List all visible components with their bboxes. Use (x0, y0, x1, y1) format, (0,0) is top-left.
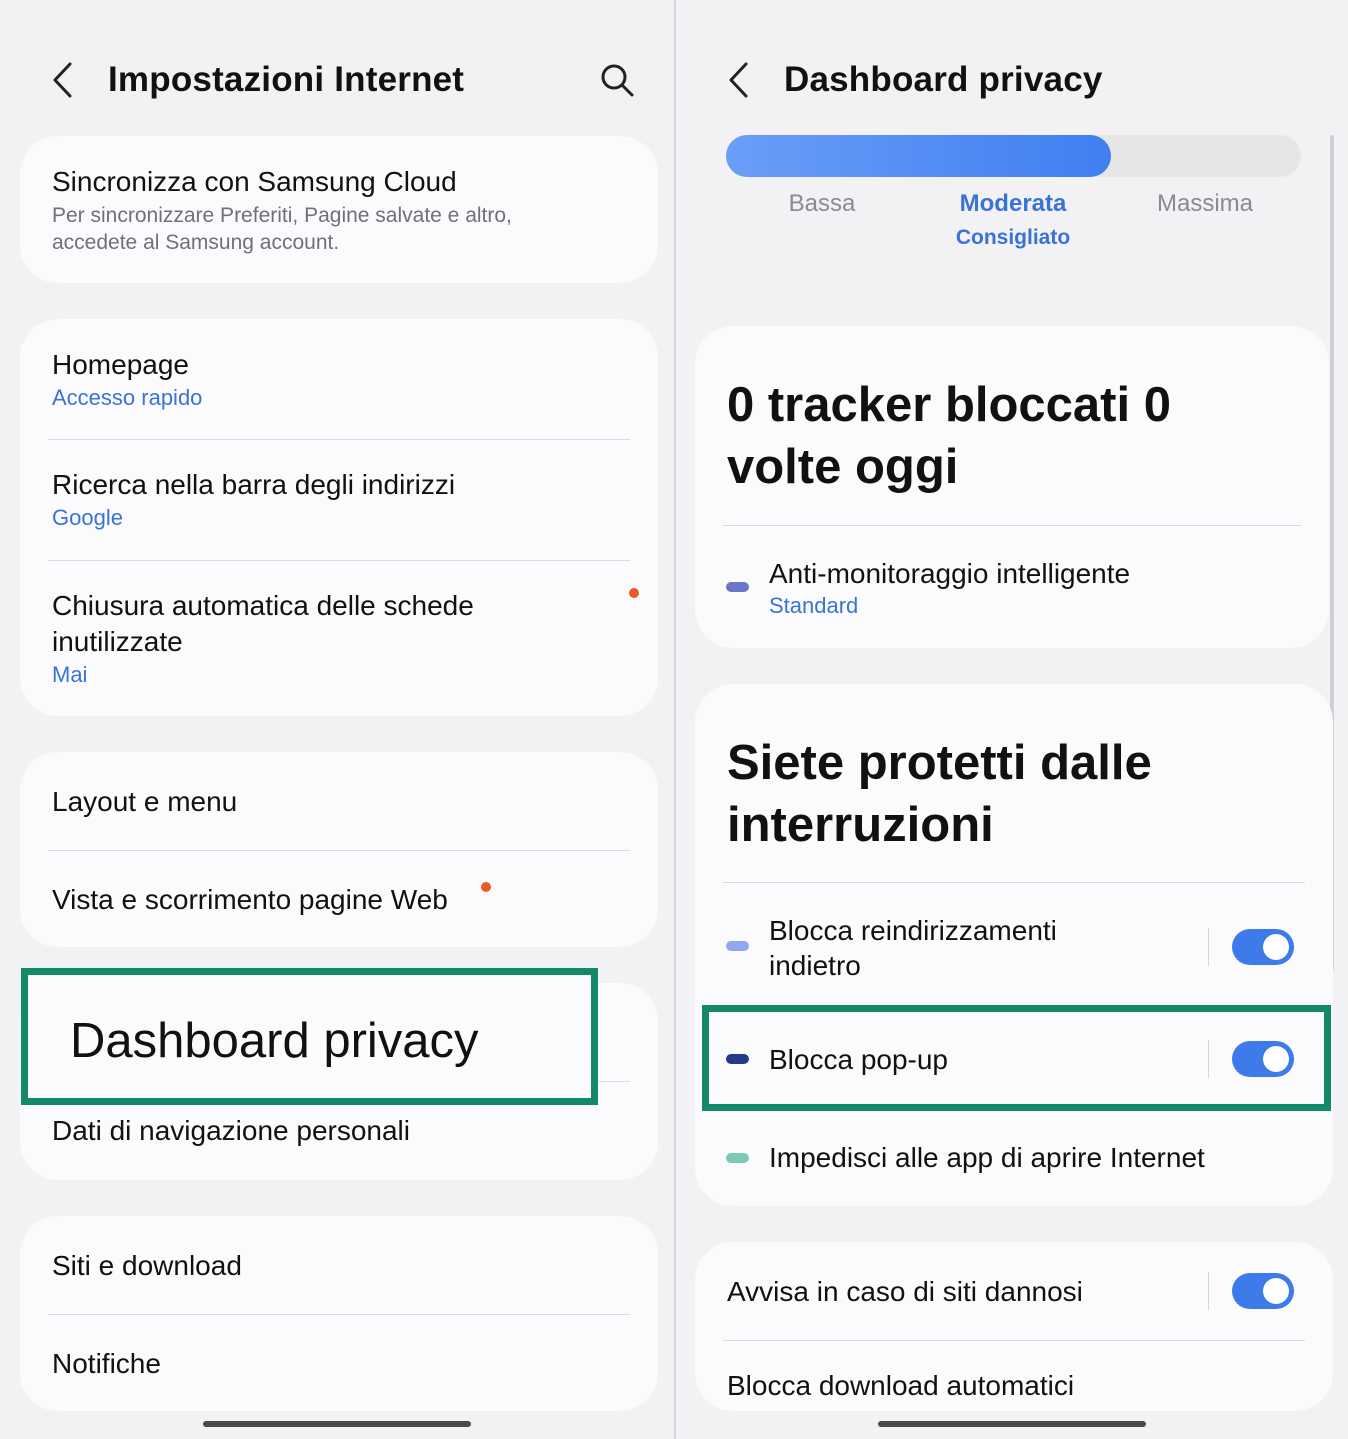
new-badge-dot (629, 588, 639, 598)
auto-close-tabs-title-line1: Chiusura automatica delle schede (52, 590, 474, 621)
block-redirects-toggle[interactable] (1232, 929, 1294, 965)
prevent-apps-item[interactable]: Impedisci alle app di aprire Internet (769, 1140, 1205, 1175)
home-indicator[interactable] (203, 1421, 471, 1427)
sync-item[interactable]: Sincronizza con Samsung Cloud Per sincro… (52, 164, 630, 256)
toggle-divider (1208, 928, 1209, 966)
divider (723, 1340, 1305, 1341)
sync-description: Per sincronizzare Preferiti, Pagine salv… (52, 204, 512, 254)
divider (48, 560, 630, 561)
level-max[interactable]: Massima (1105, 190, 1305, 218)
block-redirects-title-line1: Blocca reindirizzamenti (769, 915, 1057, 946)
divider (48, 1314, 630, 1315)
auto-close-tabs-value: Mai (52, 662, 88, 687)
interruptions-headline-line1: Siete protetti dalle (727, 736, 1152, 790)
divider (48, 439, 630, 440)
notifications-item[interactable]: Notifiche (52, 1346, 630, 1382)
homepage-item[interactable]: Homepage Accesso rapido (52, 347, 630, 413)
anti-tracking-value: Standard (769, 593, 859, 618)
notifications-title: Notifiche (52, 1348, 161, 1379)
address-bar-search-value: Google (52, 505, 123, 530)
right-privacy-screen: Dashboard privacy Bassa Moderata Consigl… (676, 0, 1348, 1439)
level-moderate[interactable]: Moderata (913, 190, 1113, 218)
personal-data-item[interactable]: Dati di navigazione personali (52, 1113, 630, 1149)
dashboard-privacy-label: Dashboard privacy (70, 1014, 479, 1068)
tracker-headline: 0 tracker bloccati 0 volte oggi (727, 374, 1171, 498)
sites-downloads-title: Siti e download (52, 1250, 242, 1281)
sites-downloads-item[interactable]: Siti e download (52, 1248, 630, 1284)
tracker-headline-line1: 0 tracker bloccati 0 (727, 378, 1171, 432)
harmful-sites-item[interactable]: Avvisa in caso di siti dannosi (727, 1274, 1083, 1309)
toggle-knob (1263, 1278, 1289, 1304)
sites-card: Siti e download Notifiche (20, 1216, 658, 1411)
security-card: Avvisa in caso di siti dannosi Blocca do… (695, 1242, 1333, 1411)
back-arrow-icon[interactable] (48, 55, 78, 105)
personal-data-title: Dati di navigazione personali (52, 1115, 410, 1146)
divider (723, 525, 1301, 526)
redirect-pill-icon (726, 941, 749, 951)
toggle-divider (1208, 1272, 1209, 1310)
anti-tracking-title: Anti-monitoraggio intelligente (769, 558, 1131, 589)
prevent-apps-title: Impedisci alle app di aprire Internet (769, 1142, 1205, 1173)
layout-card: Layout e menu Vista e scorrimento pagine… (20, 752, 658, 947)
divider (723, 882, 1305, 883)
page-title: Dashboard privacy (784, 60, 1103, 99)
general-card: Homepage Accesso rapido Ricerca nella ba… (20, 319, 658, 716)
dashboard-privacy-highlight[interactable]: Dashboard privacy (21, 968, 598, 1105)
protection-level-fill (726, 135, 1112, 177)
homepage-title: Homepage (52, 349, 189, 380)
address-bar-search-item[interactable]: Ricerca nella barra degli indirizzi Goog… (52, 467, 630, 533)
interruptions-card: Siete protetti dalle interruzioni Blocca… (695, 684, 1333, 1206)
interruptions-headline: Siete protetti dalle interruzioni (727, 732, 1152, 856)
recommended-label: Consigliato (955, 226, 1071, 249)
sync-title: Sincronizza con Samsung Cloud (52, 166, 457, 197)
back-arrow-icon[interactable] (724, 55, 754, 105)
address-bar-search-title: Ricerca nella barra degli indirizzi (52, 469, 456, 500)
right-header: Dashboard privacy (724, 55, 1304, 105)
anti-tracking-item[interactable]: Anti-monitoraggio intelligente Standard (769, 556, 1130, 621)
block-downloads-item[interactable]: Blocca download automatici (727, 1368, 1074, 1403)
layout-menu-title: Layout e menu (52, 786, 238, 817)
harmful-sites-toggle[interactable] (1232, 1273, 1294, 1309)
left-settings-screen: Impostazioni Internet Sincronizza con Sa… (0, 0, 674, 1439)
layout-menu-item[interactable]: Layout e menu (52, 784, 630, 820)
search-icon[interactable] (598, 61, 638, 101)
block-downloads-title: Blocca download automatici (727, 1370, 1075, 1401)
view-scroll-item[interactable]: Vista e scorrimento pagine Web (52, 882, 630, 918)
block-popup-highlight (702, 1005, 1331, 1111)
apps-pill-icon (726, 1153, 749, 1163)
divider (48, 850, 630, 851)
tracker-card: 0 tracker bloccati 0 volte oggi Anti-mon… (695, 326, 1329, 648)
view-scroll-title: Vista e scorrimento pagine Web (52, 884, 448, 915)
auto-close-tabs-title-line2: inutilizzate (52, 626, 183, 657)
anti-tracking-pill-icon (726, 582, 749, 592)
protection-level-slider[interactable] (726, 135, 1301, 177)
interruptions-headline-line2: interruzioni (727, 798, 994, 852)
level-low[interactable]: Bassa (722, 190, 922, 218)
sync-card[interactable]: Sincronizza con Samsung Cloud Per sincro… (20, 136, 658, 283)
page-title: Impostazioni Internet (108, 60, 465, 99)
tracker-headline-line2: volte oggi (727, 440, 959, 494)
auto-close-tabs-item[interactable]: Chiusura automatica delle schede inutili… (52, 588, 630, 690)
block-redirects-item[interactable]: Blocca reindirizzamenti indietro (769, 913, 1057, 983)
harmful-sites-title: Avvisa in caso di siti dannosi (727, 1276, 1083, 1307)
new-badge-dot (481, 882, 491, 892)
left-header: Impostazioni Internet (48, 55, 638, 105)
home-indicator[interactable] (878, 1421, 1146, 1427)
block-redirects-title-line2: indietro (769, 950, 861, 981)
homepage-value: Accesso rapido (52, 385, 203, 410)
toggle-knob (1263, 934, 1289, 960)
